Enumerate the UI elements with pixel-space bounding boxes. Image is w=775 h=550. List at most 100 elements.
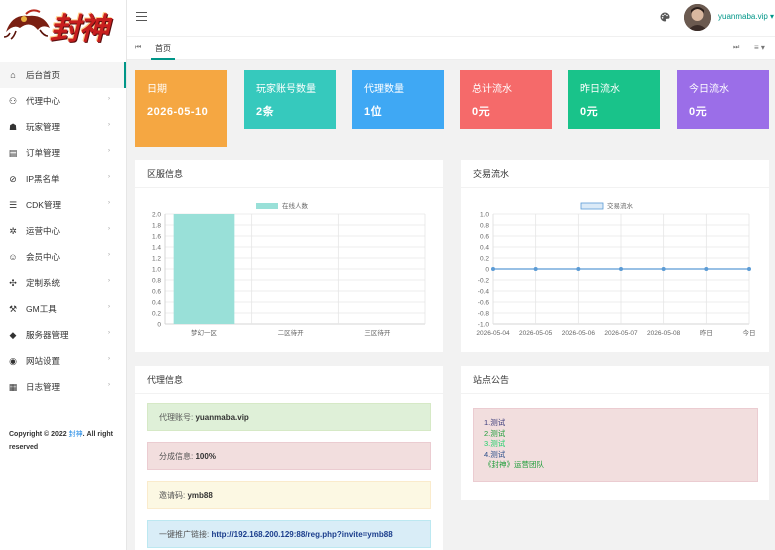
sidebar-item-7[interactable]: ☺ 会员中心 › — [0, 244, 126, 270]
avatar[interactable] — [684, 4, 711, 31]
data-point — [747, 267, 751, 271]
username-dropdown[interactable]: yuanmaba.vip ▾ — [718, 12, 774, 21]
sidebar-item-10[interactable]: ◆ 服务器管理 › — [0, 322, 126, 348]
chevron-right-icon: › — [108, 330, 110, 336]
agent-account-box: 代理账号: yuanmaba.vip — [147, 403, 431, 431]
x-tick-label: 今日 — [743, 328, 756, 337]
copyright-brand-link[interactable]: 封神 — [69, 431, 83, 438]
sidebar-item-label: 代理中心 — [26, 96, 61, 106]
logo[interactable]: 封神 — [0, 0, 126, 58]
data-point — [491, 267, 495, 271]
menu-toggle-icon[interactable] — [136, 12, 147, 21]
sidebar-item-3[interactable]: ▤ 订单管理 › — [0, 140, 126, 166]
stat-card-value: 2条 — [256, 106, 275, 118]
agent-link-value[interactable]: http://192.168.200.129:88/reg.php?invite… — [211, 530, 392, 539]
copyright: Copyright © 2022 封神. All right reserved — [9, 428, 121, 454]
chevron-right-icon: › — [108, 122, 110, 128]
users-icon: ⚇ — [8, 95, 18, 106]
y-tick-label: 0.2 — [480, 256, 489, 263]
panel-title: 代理信息 — [135, 366, 443, 394]
y-tick-label: 1.4 — [152, 245, 161, 252]
y-tick-label: 0.6 — [480, 234, 489, 241]
top-header: yuanmaba.vip ▾ — [127, 0, 775, 36]
notice-line: 1.测试 — [484, 418, 506, 427]
x-tick-label: 2026-05-08 — [647, 330, 681, 337]
logo-text: 封神 — [50, 12, 109, 47]
data-point — [661, 267, 666, 271]
tool-icon: ⚒ — [8, 303, 18, 314]
tab-scroll-left-icon[interactable]: ⏮ — [135, 44, 141, 52]
agent-share-value: 100% — [195, 452, 216, 461]
stat-card-yesterday-flow: 昨日流水 0元 — [568, 70, 660, 129]
server-bar-chart: 在线人数 0 0.2 0.4 0.6 0.8 1.0 1.2 1.4 1.6 1.8 2.0 梦幻一区 二… — [152, 201, 426, 337]
y-tick-label: 0.8 — [152, 278, 161, 285]
stat-card-title: 今日流水 — [689, 84, 729, 95]
chevron-right-icon: › — [108, 226, 110, 232]
sidebar-item-9[interactable]: ⚒ GM工具 › — [0, 296, 126, 322]
y-tick-label: 0.2 — [152, 311, 161, 318]
panel-title: 交易流水 — [461, 160, 769, 188]
stat-card-title: 玩家账号数量 — [256, 84, 316, 95]
sidebar-item-0[interactable]: ⌂ 后台首页 — [0, 62, 126, 88]
notice-line: 《封神》运营团队 — [484, 460, 544, 469]
stat-card-title: 代理数量 — [364, 84, 404, 95]
tab-bar: ⏮ 首页 ⏭ ≡ ▾ — [127, 36, 775, 60]
sidebar-item-label: 后台首页 — [26, 70, 61, 80]
chevron-right-icon: › — [108, 382, 110, 388]
x-tick-label: 三区待开 — [364, 328, 391, 337]
chevron-right-icon: › — [108, 174, 110, 180]
stat-card-value: 0元 — [580, 106, 599, 118]
stat-card-title: 总计流水 — [472, 84, 512, 95]
y-tick-label: 0 — [485, 267, 489, 274]
sidebar-item-label: 日志管理 — [26, 382, 61, 392]
sidebar-item-2[interactable]: ☗ 玩家管理 › — [0, 114, 126, 140]
sidebar-item-11[interactable]: ◉ 网站设置 › — [0, 348, 126, 374]
chevron-right-icon: › — [108, 96, 110, 102]
sidebar-item-6[interactable]: ✲ 运营中心 › — [0, 218, 126, 244]
avatar-image — [684, 4, 711, 31]
palette-icon[interactable] — [660, 12, 670, 22]
stat-card-title: 昨日流水 — [580, 84, 620, 95]
legend-swatch — [580, 202, 604, 210]
sidebar-item-label: 服务器管理 — [26, 330, 69, 340]
sidebar-item-8[interactable]: ✣ 定制系统 › — [0, 270, 126, 296]
data-point — [704, 267, 709, 271]
stat-card-value: 2026-05-10 — [147, 106, 209, 118]
sidebar-item-12[interactable]: ▦ 日志管理 › — [0, 374, 126, 400]
chevron-right-icon: › — [108, 148, 110, 154]
x-tick-label: 昨日 — [700, 328, 713, 337]
chevron-right-icon: › — [108, 304, 110, 310]
bar — [173, 214, 235, 324]
stat-card-players: 玩家账号数量 2条 — [244, 70, 336, 129]
stat-card-title: 日期 — [147, 84, 167, 95]
tab-options-icon[interactable]: ≡ ▾ — [754, 43, 765, 52]
sidebar-item-5[interactable]: ☰ CDK管理 › — [0, 192, 126, 218]
x-tick-label: 2026-05-07 — [604, 330, 638, 337]
blacklist-icon: ⊘ — [9, 173, 17, 184]
logo-crab-icon — [3, 9, 50, 40]
chevron-right-icon: › — [108, 278, 110, 284]
sidebar-item-label: 订单管理 — [26, 148, 61, 158]
tab-scroll-right-icon[interactable]: ⏭ — [733, 44, 739, 52]
agent-share-box: 分成信息: 100% — [147, 442, 431, 470]
site-notice-panel: 站点公告 1.测试 2.测试 3.测试 4.测试 《封神》运营团队 — [461, 366, 769, 500]
y-tick-label: 1.2 — [152, 256, 161, 263]
y-tick-label: -0.4 — [478, 289, 490, 296]
y-tick-label: 1.6 — [152, 234, 161, 241]
data-point — [533, 267, 538, 271]
x-tick-label: 2026-05-06 — [562, 330, 596, 337]
sidebar-item-4[interactable]: ⊘ IP黑名单 › — [0, 166, 126, 192]
y-tick-label: 1.8 — [152, 223, 161, 230]
y-tick-label: -1.0 — [478, 322, 490, 329]
stat-card-value: 0元 — [689, 106, 708, 118]
home-icon: ⌂ — [10, 70, 16, 80]
trade-flow-panel: 交易流水 交易流水 -1.0 -0.8 -0.6 -0.4 -0.2 0 0.2 0.4 0.6 0… — [461, 160, 769, 352]
sidebar-item-1[interactable]: ⚇ 代理中心 › — [0, 88, 126, 114]
legend-label: 在线人数 — [282, 201, 309, 210]
chevron-right-icon: › — [108, 252, 110, 258]
stat-card-total-flow: 总计流水 0元 — [460, 70, 552, 129]
y-tick-label: 0.6 — [152, 289, 161, 296]
tab-home[interactable]: 首页 — [151, 37, 175, 60]
agent-invite-value: ymb88 — [187, 491, 213, 500]
stat-card-value: 1位 — [364, 106, 383, 118]
